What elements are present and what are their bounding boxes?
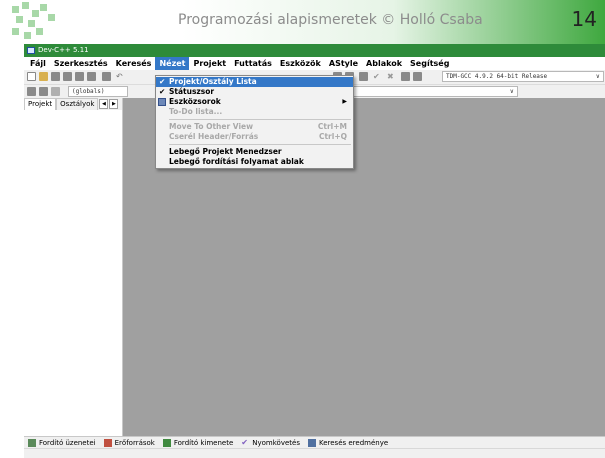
menu-help[interactable]: Segítség	[406, 57, 453, 70]
scope-select[interactable]: (globals)	[68, 86, 128, 97]
menu-view[interactable]: Nézet	[155, 57, 190, 70]
chevron-down-icon: ∨	[509, 88, 514, 95]
toolbars-icon	[158, 98, 166, 106]
menu-item-label: Lebegő fordítási folyamat ablak	[169, 157, 304, 166]
view-menu-dropdown: ✔ Projekt/Osztály Lista ✔ Státuszsor Esz…	[155, 75, 354, 169]
menu-astyle[interactable]: AStyle	[325, 57, 362, 70]
menu-item-todo-list[interactable]: To-Do lista...	[156, 107, 353, 117]
menu-item-label: Projekt/Osztály Lista	[169, 77, 257, 86]
slide-header: Programozási alapismeretek © Holló Csaba…	[0, 0, 605, 44]
resources-icon	[103, 439, 112, 447]
close-all-icon[interactable]	[87, 72, 96, 81]
tab-label: Keresés eredménye	[318, 439, 389, 447]
compiler-select[interactable]: TDM-GCC 4.9.2 64-bit Release ∨	[442, 71, 604, 82]
window-title: Dev-C++ 5.11	[38, 46, 89, 54]
check-icon: ✔	[159, 87, 166, 96]
tab-debug[interactable]: ✔ Nyomkövetés	[237, 438, 304, 448]
slide-page-number: 14	[571, 7, 597, 31]
menu-item-shortcut: Ctrl+Q	[318, 132, 347, 141]
tab-scroll-left-icon[interactable]: ◀	[99, 99, 109, 109]
menu-item-label: Lebegő Projekt Menedzser	[169, 147, 282, 156]
chart-icon[interactable]	[413, 72, 422, 81]
tab-label: Fordító kimenete	[173, 439, 234, 447]
menu-item-label: Eszközsorok	[169, 97, 221, 106]
project-panel: Projekt Osztályok ◀ ▶	[24, 98, 123, 436]
tab-compiler-messages[interactable]: Fordító üzenetei	[24, 439, 100, 447]
close-file-icon[interactable]	[75, 72, 84, 81]
menu-item-floating-project-manager[interactable]: Lebegő Projekt Menedzser	[156, 147, 353, 157]
indent-icon[interactable]	[27, 87, 36, 96]
menu-item-label: Státuszsor	[169, 87, 215, 96]
menu-item-shortcut: Ctrl+M	[317, 122, 347, 131]
menu-edit[interactable]: Szerkesztés	[50, 57, 112, 70]
menu-item-floating-compile-window[interactable]: Lebegő fordítási folyamat ablak	[156, 157, 353, 167]
profile-icon[interactable]	[401, 72, 410, 81]
window-titlebar: Dev-C++ 5.11	[24, 44, 605, 57]
save-icon[interactable]	[51, 72, 60, 81]
toggle-icon[interactable]	[51, 87, 60, 96]
undo-icon[interactable]: ↶	[116, 72, 125, 81]
tab-compile-log[interactable]: Fordító kimenete	[159, 439, 237, 447]
project-panel-tabs: Projekt Osztályok ◀ ▶	[24, 98, 122, 110]
slide-title: Programozási alapismeretek © Holló Csaba	[178, 12, 483, 28]
submenu-arrow-icon: ▶	[342, 98, 347, 105]
menu-separator	[169, 119, 351, 120]
tab-classes[interactable]: Osztályok	[56, 98, 99, 110]
menu-item-label: To-Do lista...	[169, 107, 223, 116]
menubar: Fájl Szerkesztés Keresés Nézet Projekt F…	[24, 57, 605, 70]
menu-file[interactable]: Fájl	[26, 57, 50, 70]
decorative-squares-logo	[10, 2, 70, 40]
menu-item-move-to-other-view[interactable]: Move To Other View Ctrl+M	[156, 122, 353, 132]
compiler-select-value: TDM-GCC 4.9.2 64-bit Release	[446, 73, 548, 80]
check-syntax-icon[interactable]: ✔	[373, 72, 382, 81]
tab-label: Fordító üzenetei	[39, 439, 96, 447]
check-icon: ✔	[159, 77, 166, 86]
tab-resources[interactable]: Erőforrások	[100, 439, 159, 447]
tab-label: Nyomkövetés	[252, 439, 300, 447]
tab-label: Erőforrások	[114, 439, 155, 447]
print-icon[interactable]	[102, 72, 111, 81]
menu-item-project-class-list[interactable]: ✔ Projekt/Osztály Lista	[156, 77, 353, 87]
menu-separator	[169, 144, 351, 145]
unindent-icon[interactable]	[39, 87, 48, 96]
save-all-icon[interactable]	[63, 72, 72, 81]
menu-item-swap-header-source[interactable]: Cserél Header/Forrás Ctrl+Q	[156, 132, 353, 142]
menu-item-toolbars[interactable]: Eszközsorok ▶	[156, 97, 353, 107]
chevron-down-icon: ∨	[595, 73, 600, 80]
grid-icon	[28, 439, 36, 447]
menu-item-label: Cserél Header/Forrás	[169, 132, 259, 141]
open-file-icon[interactable]	[39, 72, 48, 81]
stop-icon[interactable]: ✖	[387, 72, 396, 81]
menu-execute[interactable]: Futtatás	[230, 57, 276, 70]
grid-icon[interactable]	[359, 72, 368, 81]
menu-item-label: Move To Other View	[169, 122, 254, 131]
menu-tools[interactable]: Eszközök	[276, 57, 325, 70]
search-results-icon	[307, 439, 316, 447]
scope-select-value: (globals)	[72, 88, 105, 95]
tab-find-results[interactable]: Keresés eredménye	[304, 439, 392, 447]
symbol-select[interactable]: ∨	[328, 86, 518, 97]
app-icon	[27, 47, 35, 54]
devcpp-window: Dev-C++ 5.11 Fájl Szerkesztés Keresés Né…	[24, 44, 605, 458]
menu-item-statusbar[interactable]: ✔ Státuszsor	[156, 87, 353, 97]
menu-search[interactable]: Keresés	[112, 57, 156, 70]
tab-scroll-right-icon[interactable]: ▶	[109, 99, 119, 109]
menu-project[interactable]: Projekt	[189, 57, 230, 70]
check-icon: ✔	[241, 438, 248, 447]
bar-chart-icon	[162, 439, 171, 447]
new-file-icon[interactable]	[27, 72, 36, 81]
menu-window[interactable]: Ablakok	[362, 57, 406, 70]
tab-project[interactable]: Projekt	[24, 98, 57, 110]
